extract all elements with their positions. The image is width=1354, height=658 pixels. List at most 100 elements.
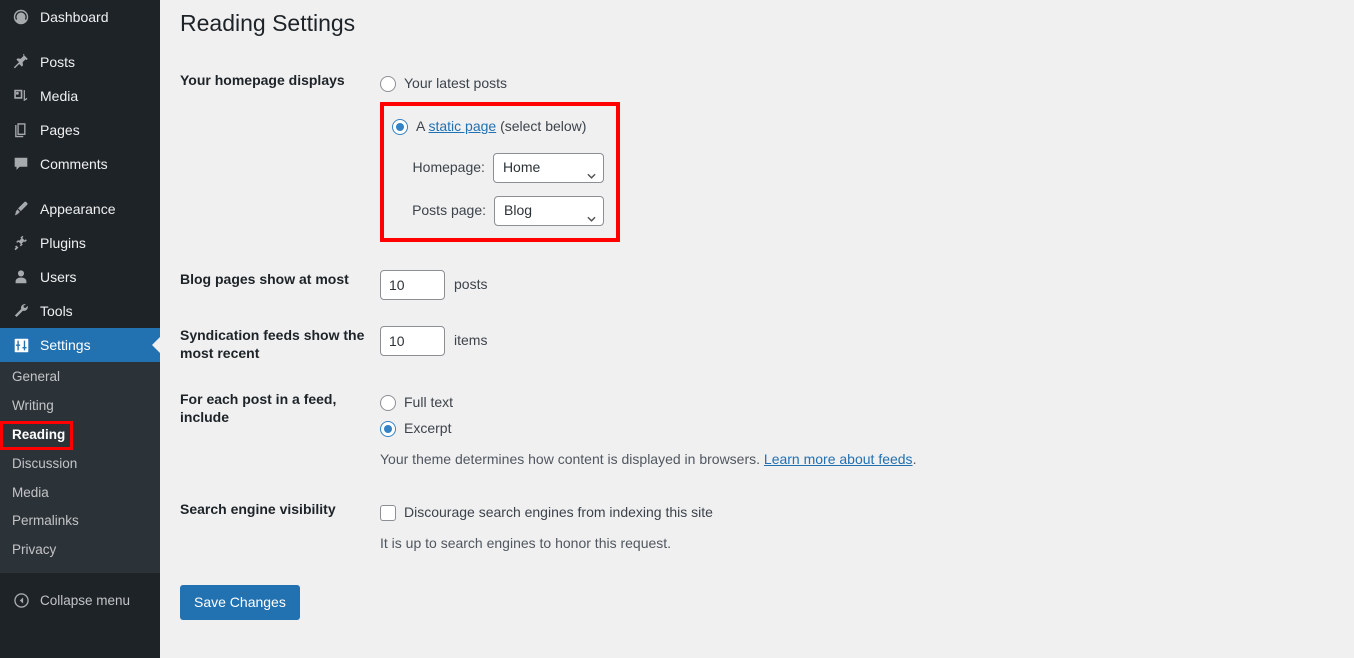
sidebar-item-appearance[interactable]: Appearance <box>0 192 160 226</box>
syndication-feeds-label: Syndication feeds show the most recent <box>180 326 365 362</box>
sidebar-item-posts[interactable]: Posts <box>0 45 160 79</box>
submenu-item-label: Reading <box>12 426 66 442</box>
content-area: Reading Settings Your homepage displays … <box>160 0 1354 658</box>
comments-icon <box>11 154 31 174</box>
option-latest-posts[interactable]: Your latest posts <box>380 71 1270 97</box>
blog-pages-unit: posts <box>454 276 488 293</box>
sidebar-item-label: Dashboard <box>40 8 109 25</box>
feed-description-suffix: . <box>912 451 917 468</box>
row-search-visibility: Search engine visibility Discourage sear… <box>180 485 1280 569</box>
plugin-icon <box>11 233 31 253</box>
sidebar-item-label: Users <box>40 268 77 285</box>
radio-full-text[interactable] <box>380 395 396 412</box>
homepage-select-row: Homepage: Home <box>392 152 604 183</box>
learn-more-feeds-link[interactable]: Learn more about feeds <box>764 451 913 467</box>
syndication-feeds-field: items <box>380 313 1280 375</box>
radio-latest-posts[interactable] <box>380 75 396 92</box>
feed-include-label: For each post in a feed, include <box>180 391 337 426</box>
wrench-icon <box>11 301 31 321</box>
option-full-text[interactable]: Full text <box>380 390 1270 416</box>
sidebar-item-label: Plugins <box>40 234 86 251</box>
submenu-item-discussion[interactable]: Discussion <box>0 450 160 479</box>
submenu-item-general[interactable]: General <box>0 363 160 392</box>
option-latest-posts-label[interactable]: Your latest posts <box>404 74 507 94</box>
posts-page-select-value: Blog <box>504 202 533 219</box>
static-prefix-text: A <box>416 118 429 135</box>
submenu-item-label: Privacy <box>12 542 57 558</box>
option-full-text-label[interactable]: Full text <box>404 393 453 413</box>
posts-page-select-row: Posts page: Blog <box>392 195 604 226</box>
row-homepage-displays: Your homepage displays Your latest posts… <box>180 56 1280 257</box>
radio-static-page[interactable] <box>392 118 408 135</box>
discourage-search-engines-label[interactable]: Discourage search engines from indexing … <box>404 503 713 523</box>
submenu-item-media[interactable]: Media <box>0 479 160 508</box>
submenu-item-writing[interactable]: Writing <box>0 392 160 421</box>
chevron-down-icon <box>587 208 596 222</box>
save-changes-button[interactable]: Save Changes <box>180 585 300 621</box>
posts-page-select[interactable]: Blog <box>494 195 604 226</box>
option-static-page[interactable]: A static page (select below) <box>392 114 604 140</box>
blog-pages-label: Blog pages show at most <box>180 270 349 287</box>
posts-page-select-label: Posts page: <box>412 202 486 219</box>
static-page-annotation-box: A static page (select below) Homepage: H… <box>380 101 620 242</box>
collapse-menu-button[interactable]: Collapse menu <box>0 583 160 617</box>
search-visibility-label: Search engine visibility <box>180 500 336 517</box>
syndication-feeds-input[interactable] <box>380 325 445 356</box>
search-visibility-field: Discourage search engines from indexing … <box>380 485 1280 569</box>
sidebar-item-media[interactable]: Media <box>0 79 160 113</box>
option-excerpt[interactable]: Excerpt <box>380 416 1270 442</box>
homepage-displays-label: Your homepage displays <box>180 71 345 88</box>
collapse-menu-label: Collapse menu <box>40 592 131 608</box>
sidebar-item-comments[interactable]: Comments <box>0 147 160 181</box>
feed-include-description: Your theme determines how content is dis… <box>380 450 1270 470</box>
submenu-item-label: Media <box>12 484 49 500</box>
homepage-select-value: Home <box>502 159 541 176</box>
sidebar-item-dashboard[interactable]: Dashboard <box>0 0 160 34</box>
admin-sidebar: Dashboard Posts Media Pages Comments App… <box>0 0 160 658</box>
sidebar-item-label: Appearance <box>40 200 116 217</box>
sidebar-item-pages[interactable]: Pages <box>0 113 160 147</box>
row-blog-pages: Blog pages show at most posts <box>180 257 1280 313</box>
radio-excerpt[interactable] <box>380 421 396 438</box>
sidebar-item-settings[interactable]: Settings <box>0 328 160 362</box>
feed-description-text: Your theme determines how content is dis… <box>380 451 764 468</box>
submit-area: Save Changes <box>160 568 1354 621</box>
settings-sliders-icon <box>11 335 31 355</box>
sidebar-item-tools[interactable]: Tools <box>0 294 160 328</box>
page-title: Reading Settings <box>180 10 356 36</box>
feed-include-options: Full text Excerpt Your theme determines … <box>380 375 1280 485</box>
sidebar-item-label: Tools <box>40 302 73 319</box>
chevron-down-icon <box>587 165 596 179</box>
homepage-select[interactable]: Home <box>492 152 604 183</box>
sidebar-item-label: Pages <box>40 121 80 138</box>
blog-pages-input[interactable] <box>380 269 445 300</box>
pin-icon <box>11 52 31 72</box>
submenu-item-label: General <box>12 369 61 384</box>
submenu-item-privacy[interactable]: Privacy <box>0 536 160 565</box>
reading-settings-form: Your homepage displays Your latest posts… <box>180 56 1280 569</box>
settings-submenu: General Writing Reading Discussion Media… <box>0 362 160 574</box>
syndication-feeds-unit: items <box>454 332 488 349</box>
static-page-link[interactable]: static page <box>428 118 496 134</box>
homepage-select-label: Homepage: <box>412 159 485 176</box>
sidebar-separator <box>0 34 160 45</box>
submenu-item-permalinks[interactable]: Permalinks <box>0 507 160 536</box>
media-icon <box>11 86 31 106</box>
discourage-search-engines-checkbox[interactable] <box>380 504 396 521</box>
search-visibility-description: It is up to search engines to honor this… <box>380 534 672 551</box>
sidebar-item-label: Posts <box>40 53 76 70</box>
option-static-page-label[interactable]: A static page (select below) <box>416 117 586 137</box>
row-syndication-feeds: Syndication feeds show the most recent i… <box>180 313 1280 375</box>
sidebar-item-plugins[interactable]: Plugins <box>0 226 160 260</box>
sidebar-item-users[interactable]: Users <box>0 260 160 294</box>
homepage-displays-options: Your latest posts A static page (select … <box>380 56 1280 257</box>
sidebar-item-label: Comments <box>40 155 108 172</box>
submenu-item-label: Discussion <box>12 455 78 471</box>
row-feed-include: For each post in a feed, include Full te… <box>180 375 1280 485</box>
user-icon <box>11 267 31 287</box>
sidebar-separator <box>0 181 160 192</box>
pages-icon <box>11 120 31 140</box>
option-excerpt-label[interactable]: Excerpt <box>404 419 451 439</box>
option-discourage-search-engines[interactable]: Discourage search engines from indexing … <box>380 500 1270 526</box>
submenu-item-reading[interactable]: Reading <box>0 420 73 450</box>
